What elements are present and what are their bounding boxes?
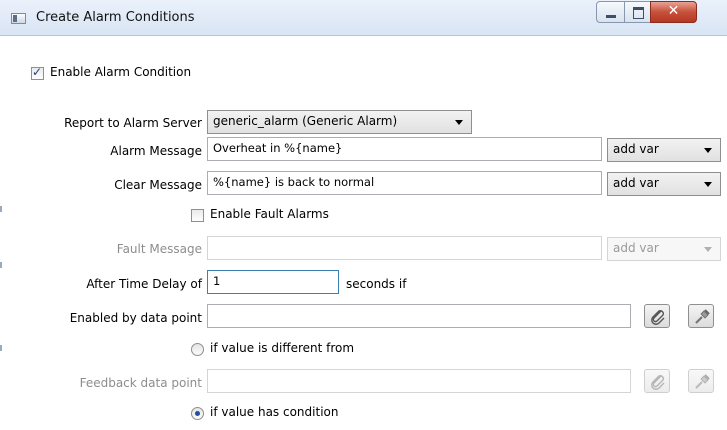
close-icon: ✕	[667, 3, 680, 19]
enabled-by-attach-button[interactable]	[644, 304, 670, 328]
radio-value-different-label: if value is different from	[210, 341, 355, 355]
resize-grip	[0, 262, 2, 268]
enabled-by-input[interactable]	[207, 304, 631, 328]
minimize-button[interactable]	[596, 1, 625, 23]
enabled-by-picker-button[interactable]	[688, 304, 714, 328]
feedback-label: Feedback data point	[79, 376, 202, 390]
resize-grip	[0, 345, 2, 351]
fault-message-label: Fault Message	[116, 242, 202, 256]
maximize-button[interactable]	[624, 1, 651, 23]
chevron-down-icon	[704, 148, 712, 153]
enabled-by-label: Enabled by data point	[69, 311, 202, 325]
clear-message-label: Clear Message	[114, 178, 202, 192]
fault-message-var-select[interactable]: add var	[607, 237, 721, 261]
alarm-message-input[interactable]: Overheat in %{name}	[207, 137, 602, 161]
chevron-down-icon	[704, 182, 712, 187]
clear-message-input[interactable]: %{name} is back to normal	[207, 171, 602, 195]
report-server-label: Report to Alarm Server	[64, 116, 202, 130]
window-title: Create Alarm Conditions	[36, 10, 195, 25]
time-delay-input[interactable]: 1	[207, 270, 339, 294]
minimize-icon	[606, 15, 616, 18]
chevron-down-icon	[455, 120, 463, 125]
radio-value-condition[interactable]	[191, 407, 204, 420]
time-delay-unit: seconds if	[346, 277, 407, 291]
feedback-picker-button[interactable]	[688, 369, 714, 393]
title-bar: Create Alarm Conditions ✕	[0, 0, 727, 36]
feedback-attach-button[interactable]	[644, 369, 670, 393]
time-delay-label: After Time Delay of	[86, 277, 202, 291]
alarm-message-label: Alarm Message	[110, 144, 202, 158]
enable-alarm-label: Enable Alarm Condition	[50, 65, 192, 79]
clear-message-var-select[interactable]: add var	[607, 172, 721, 196]
chevron-down-icon	[704, 247, 712, 252]
fault-message-input[interactable]	[207, 236, 602, 260]
eyedropper-icon	[695, 374, 710, 389]
radio-value-condition-label: if value has condition	[210, 405, 339, 419]
radio-value-different[interactable]	[191, 343, 204, 356]
clear-message-var-value: add var	[613, 176, 659, 190]
close-button[interactable]: ✕	[650, 1, 697, 23]
paperclip-icon	[651, 375, 665, 390]
maximize-icon	[633, 7, 644, 19]
alarm-message-var-select[interactable]: add var	[607, 138, 721, 162]
alarm-message-var-value: add var	[613, 142, 659, 156]
enable-fault-checkbox[interactable]	[191, 209, 204, 222]
enable-fault-label: Enable Fault Alarms	[210, 207, 329, 221]
paperclip-icon	[651, 310, 665, 325]
report-server-select[interactable]: generic_alarm (Generic Alarm)	[207, 110, 472, 134]
report-server-value: generic_alarm (Generic Alarm)	[213, 114, 398, 128]
feedback-input[interactable]	[207, 369, 631, 393]
window-app-icon	[11, 13, 26, 24]
enable-alarm-checkbox[interactable]	[31, 65, 44, 80]
fault-message-var-value: add var	[613, 241, 659, 255]
eyedropper-icon	[695, 309, 710, 324]
resize-grip	[0, 206, 2, 212]
